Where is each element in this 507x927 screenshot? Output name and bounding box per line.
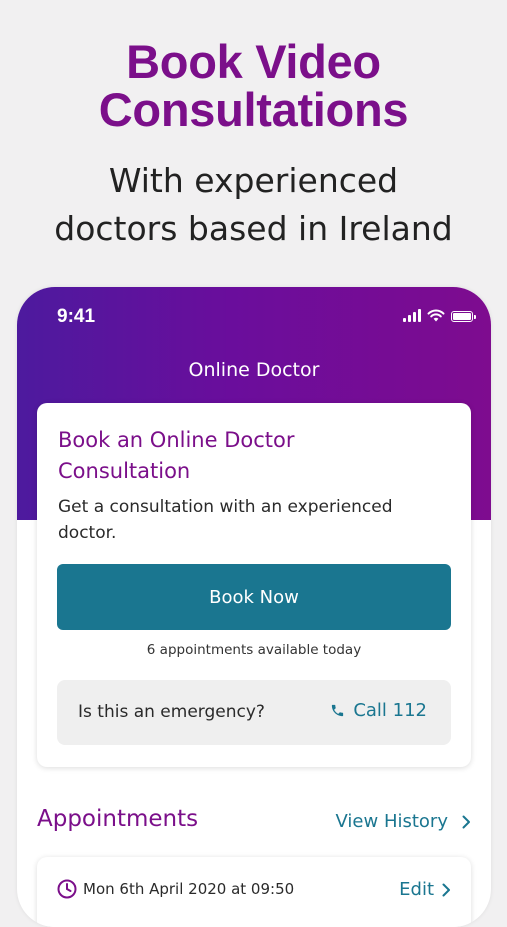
promo-subtitle-line-2: doctors based in Ireland [54,209,453,248]
appointment-card[interactable]: Mon 6th April 2020 at 09:50 Edit [37,857,471,927]
promo-subtitle-line-1: With experienced [108,161,399,200]
status-icons [403,309,476,322]
promo-title-line-2: Consultations [98,83,409,136]
call-label: Call 112 [353,700,427,721]
edit-appointment-button[interactable]: Edit [399,879,451,900]
card-heading-line-2: Consultation [58,459,191,483]
appointments-heading: Appointments [37,806,199,832]
wifi-icon [427,309,445,322]
battery-icon [451,311,476,322]
card-description: Get a consultation with an experienced d… [58,494,438,546]
signal-icon [403,309,421,322]
chevron-right-icon [442,883,450,896]
status-time: 9:41 [57,306,96,327]
appointment-datetime-label: Mon 6th April 2020 at 09:50 [83,880,295,898]
promo-subtitle: With experienced doctors based in Irelan… [0,157,507,253]
edit-label: Edit [399,879,434,900]
nav-title: Online Doctor [188,359,320,381]
card-heading-line-1: Book an Online Doctor [58,428,295,452]
emergency-box: Is this an emergency? Call 112 [57,680,451,745]
availability-text: 6 appointments available today [146,642,362,658]
promo-title-line-1: Book Video [126,35,381,88]
chevron-right-icon [462,815,470,828]
phone-icon [332,704,344,717]
phone-screen: 9:41 Online Doctor Book an Online Doctor… [17,287,491,927]
appointment-datetime: Mon 6th April 2020 at 09:50 [57,879,294,899]
emergency-question: Is this an emergency? [78,702,265,722]
book-now-button[interactable]: Book Now [57,564,451,630]
call-emergency-button[interactable]: Call 112 [330,700,427,721]
card-heading: Book an Online Doctor Consultation [58,425,438,487]
clock-icon [57,879,77,899]
promo-title: Book Video Consultations [0,38,507,134]
view-history-label: View History [335,811,448,832]
card-description-line-2: doctor. [58,523,117,543]
card-description-line-1: Get a consultation with an experienced [58,497,393,517]
book-consultation-card: Book an Online Doctor Consultation Get a… [37,403,471,767]
view-history-link[interactable]: View History [336,811,471,832]
